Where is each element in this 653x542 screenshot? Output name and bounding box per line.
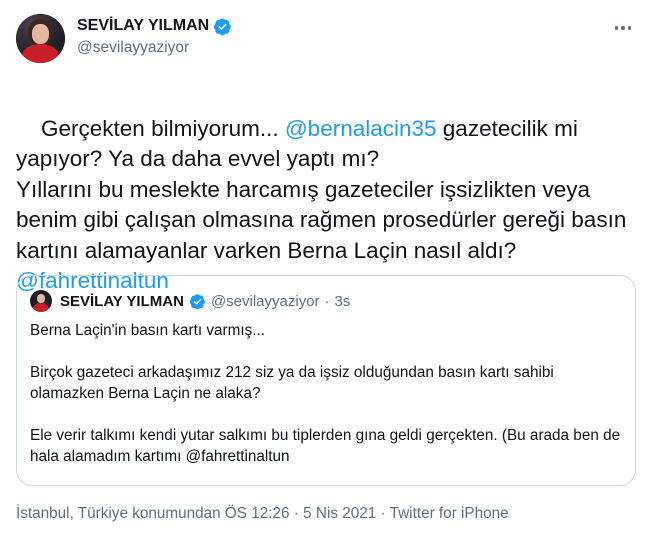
author-display-name-row[interactable]: SEVİLAY YILMAN	[77, 16, 232, 36]
tweet-location[interactable]: İstanbul, Türkiye konumundan	[16, 505, 221, 522]
tweet-text-segment: Gerçekten bilmiyorum...	[41, 115, 285, 141]
quoted-author-handle: @sevilayyaziyor	[210, 292, 320, 310]
author-display-name[interactable]: SEVİLAY YILMAN	[77, 16, 209, 36]
meta-separator: ·	[293, 505, 299, 522]
meta-separator: ·	[380, 505, 386, 522]
meta-separator: ·	[324, 292, 330, 310]
author-avatar[interactable]	[16, 14, 65, 63]
tweet-card: SEVİLAY YILMAN @sevilayyaziyor Gerçekten…	[0, 0, 653, 542]
quoted-tweet-header: SEVİLAY YILMAN @sevilayyaziyor · 3s	[30, 289, 350, 313]
quoted-tweet-time: 3s	[334, 292, 351, 310]
tweet-footer: İstanbul, Türkiye konumundan ÖS 12:26 · …	[16, 504, 509, 524]
quoted-paragraph: Birçok gazeteci arkadaşımız 212 siz ya d…	[30, 364, 554, 402]
verified-badge-icon	[214, 17, 231, 35]
quoted-paragraph: Berna Laçin'in basın kartı varmış...	[30, 322, 266, 339]
tweet-header: SEVİLAY YILMAN @sevilayyaziyor	[16, 12, 637, 64]
quoted-paragraph: Ele verir talkımı kendi yutar salkımı bu…	[30, 427, 621, 465]
quoted-tweet-text: Berna Laçin'in basın kartı varmış... Bir…	[30, 320, 624, 467]
tweet-date[interactable]: 5 Nis 2021	[303, 505, 376, 522]
author-names: SEVİLAY YILMAN @sevilayyaziyor	[77, 16, 232, 58]
tweet-time[interactable]: ÖS 12:26	[225, 505, 290, 522]
more-options-icon[interactable]	[611, 18, 635, 38]
author-handle[interactable]: @sevilayyaziyor	[77, 38, 232, 58]
quoted-tweet[interactable]: SEVİLAY YILMAN @sevilayyaziyor · 3s Bern…	[16, 275, 636, 486]
tweet-source[interactable]: Twitter for iPhone	[390, 505, 509, 522]
verified-badge-icon	[189, 293, 205, 309]
quoted-author-display-name: SEVİLAY YILMAN	[60, 292, 184, 310]
mention-link[interactable]: @bernalacin35	[285, 116, 437, 141]
quoted-author-avatar	[30, 290, 52, 312]
